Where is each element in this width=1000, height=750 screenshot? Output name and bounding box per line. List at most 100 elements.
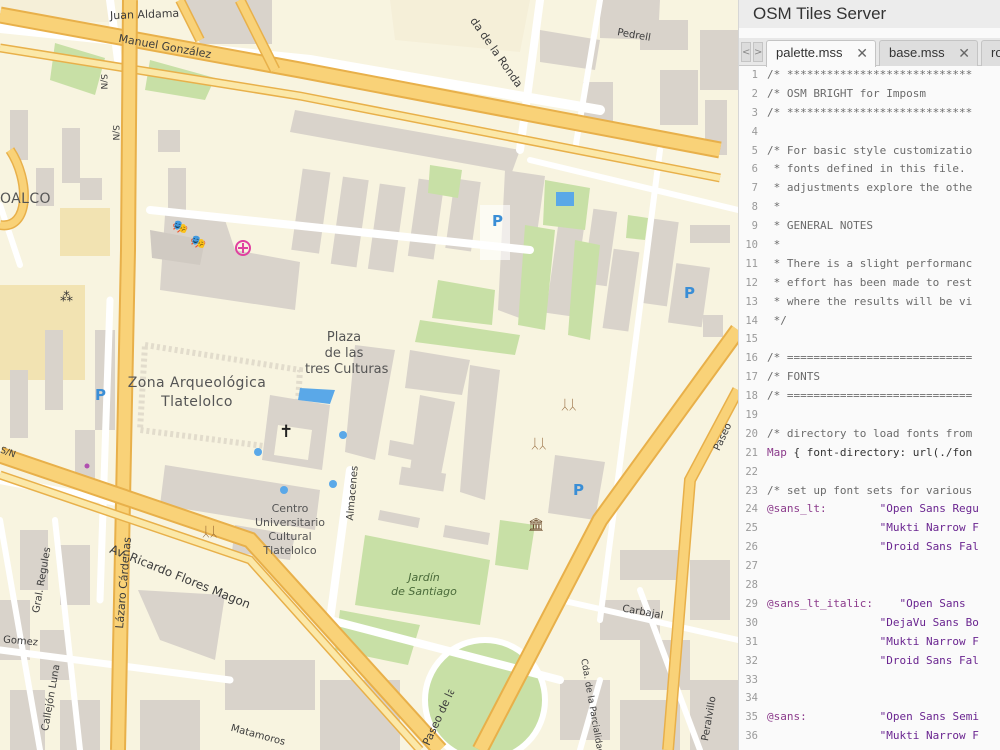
code-line[interactable]: 23 /* set up font sets for various — [739, 482, 1000, 501]
code-token: /* **************************** — [767, 105, 973, 119]
parking-icon[interactable]: P — [95, 386, 106, 404]
code-token: "Mukti Narrow F — [767, 729, 979, 743]
code-line[interactable]: 25 "Mukti Narrow F — [739, 519, 1000, 538]
line-number: 17 — [745, 371, 758, 384]
code-line[interactable]: 22 — [739, 463, 1000, 482]
code-token: { font-directory: url(./fon — [786, 445, 973, 459]
code-line[interactable]: 10 * — [739, 236, 1000, 255]
centro-label-line: Cultural — [268, 530, 312, 543]
line-number: 10 — [745, 239, 758, 252]
parking-icon[interactable]: P — [573, 481, 584, 499]
line-number: 7 — [751, 182, 758, 195]
code-token: /* For basic style customizatio — [767, 143, 973, 157]
line-number: 36 — [745, 730, 758, 743]
code-line[interactable]: 16 /* ============================ — [739, 349, 1000, 368]
tab-ro[interactable]: ro — [981, 40, 1000, 66]
church-icon[interactable]: ✝ — [279, 422, 293, 442]
line-number: 33 — [745, 673, 758, 686]
code-line[interactable]: 20 /* directory to load fonts from — [739, 425, 1000, 444]
code-token: "Droid Sans Fal — [767, 653, 979, 667]
map-view[interactable]: Juan Aldama Manuel González Pedrell da d… — [0, 0, 738, 750]
line-number: 21 — [745, 446, 758, 459]
tab-label: ro — [991, 45, 1000, 60]
line-number: 35 — [745, 711, 758, 724]
code-line[interactable]: 18 /* ============================ — [739, 387, 1000, 406]
code-line[interactable]: 17 /* FONTS — [739, 368, 1000, 387]
code-token: "Open Sans — [872, 596, 973, 610]
code-token: * — [767, 238, 781, 252]
code-token: /* ============================ — [767, 351, 973, 365]
line-number: 34 — [745, 692, 758, 705]
playground-icon[interactable]: ᛸᛸ — [202, 525, 218, 540]
code-line[interactable]: 8 * — [739, 198, 1000, 217]
code-line[interactable]: 12 * effort has been made to rest — [739, 274, 1000, 293]
line-number: 1 — [751, 69, 758, 81]
code-line[interactable]: 11 * There is a slight performanc — [739, 255, 1000, 274]
code-line[interactable]: 32 "Droid Sans Fal — [739, 652, 1000, 671]
centro-label-line: Tlatelolco — [263, 544, 317, 557]
code-line[interactable]: 34 — [739, 689, 1000, 708]
code-line[interactable]: 3 /* **************************** — [739, 104, 1000, 123]
code-token: /* set up font sets for various — [767, 483, 973, 497]
playground-icon[interactable]: ᛸᛸ — [531, 437, 547, 452]
code-token: */ — [767, 313, 787, 327]
code-line[interactable]: 7 * adjustments explore the othe — [739, 179, 1000, 198]
code-token: "DejaVu Sans Bo — [767, 615, 979, 629]
code-token: * GENERAL NOTES — [767, 219, 873, 233]
tab-palette[interactable]: palette.mss ✕ — [766, 40, 876, 67]
tab-base[interactable]: base.mss ✕ — [879, 40, 978, 66]
code-line[interactable]: 13 * where the results will be vi — [739, 293, 1000, 312]
code-token: * fonts defined in this file. — [767, 162, 966, 176]
playground-icon[interactable]: ᛸᛸ — [561, 398, 577, 413]
street-label: Juan Aldama — [109, 6, 180, 23]
code-line[interactable]: 28 — [739, 576, 1000, 595]
street-label: S/N — [98, 74, 108, 90]
line-number: 29 — [745, 597, 758, 610]
theatre-icon[interactable]: 🎭 — [190, 235, 206, 250]
tab-next-button[interactable]: > — [753, 42, 763, 62]
code-token: * effort has been made to rest — [767, 275, 973, 289]
line-number: 31 — [745, 635, 758, 648]
code-line[interactable]: 21 Map { font-directory: url(./fon — [739, 444, 1000, 463]
line-number: 15 — [745, 333, 758, 346]
line-number: 18 — [745, 390, 758, 403]
code-line[interactable]: 27 — [739, 557, 1000, 576]
code-line[interactable]: 29 @sans_lt_italic: "Open Sans — [739, 595, 1000, 614]
code-line[interactable]: 31 "Mukti Narrow F — [739, 633, 1000, 652]
playground-icon[interactable]: ⁂ — [60, 290, 73, 305]
code-line[interactable]: 2 /* OSM BRIGHT for Imposm — [739, 85, 1000, 104]
tab-label: base.mss — [889, 45, 945, 60]
code-line[interactable]: 30 "DejaVu Sans Bo — [739, 614, 1000, 633]
code-line[interactable]: 5 /* For basic style customizatio — [739, 142, 1000, 161]
code-line[interactable]: 9 * GENERAL NOTES — [739, 217, 1000, 236]
line-number: 9 — [751, 220, 758, 233]
code-token: * — [767, 200, 781, 214]
code-line[interactable]: 15 — [739, 330, 1000, 349]
code-line[interactable]: 6 * fonts defined in this file. — [739, 160, 1000, 179]
code-line[interactable]: 36 "Mukti Narrow F — [739, 727, 1000, 746]
code-line[interactable]: 4 — [739, 123, 1000, 142]
close-icon[interactable]: ✕ — [958, 41, 970, 65]
code-line[interactable]: 24 @sans_lt: "Open Sans Regu — [739, 500, 1000, 519]
close-icon[interactable]: ✕ — [856, 41, 868, 65]
code-line[interactable]: 19 — [739, 406, 1000, 425]
code-line[interactable]: 33 — [739, 671, 1000, 690]
centro-label: Centro Universitario Cultural Tlatelolco — [246, 502, 334, 558]
line-number: 24 — [745, 503, 758, 516]
parking-icon[interactable]: P — [684, 284, 695, 302]
parking-icon[interactable]: P — [492, 212, 503, 230]
jardin-label-line: de Santiago — [391, 585, 457, 598]
line-number: 32 — [745, 654, 758, 667]
code-line[interactable]: 26 "Droid Sans Fal — [739, 538, 1000, 557]
museum-icon[interactable]: 🏛 — [528, 518, 545, 533]
tab-prev-button[interactable]: < — [741, 42, 751, 62]
code-token: /* OSM BRIGHT for Imposm — [767, 86, 926, 100]
code-line[interactable]: 1 /* **************************** — [739, 66, 1000, 85]
code-line[interactable]: 14 */ — [739, 312, 1000, 331]
code-line[interactable]: 35 @sans: "Open Sans Semi — [739, 708, 1000, 727]
code-area[interactable]: 1 /* **************************** 2 /* OSM … — [739, 66, 1000, 750]
plaza-label: Plaza de las tres Culturas — [305, 330, 388, 378]
line-number: 25 — [745, 522, 758, 535]
code-token: * adjustments explore the othe — [767, 181, 973, 195]
theatre-icon[interactable]: 🎭 — [172, 220, 188, 235]
